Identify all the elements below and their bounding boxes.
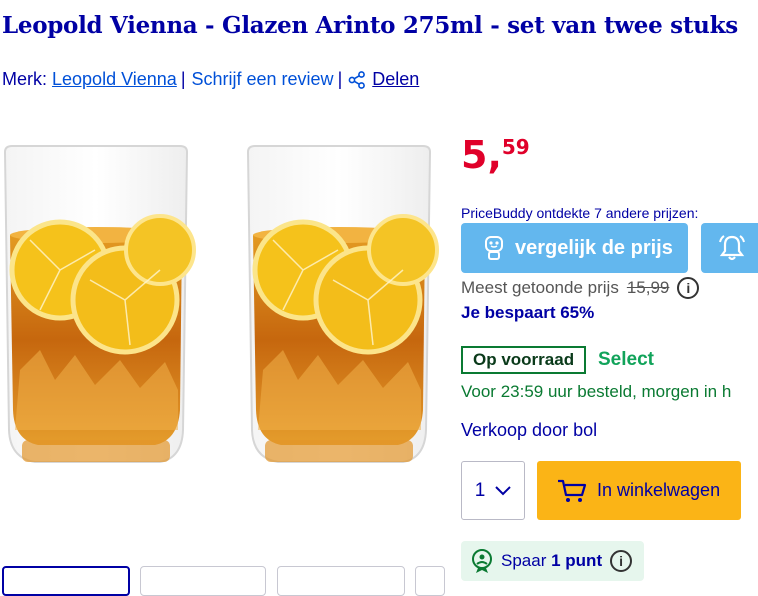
brand-prefix: Merk: — [2, 69, 47, 89]
pricebuddy-icon — [485, 236, 503, 260]
meta-separator: | — [180, 69, 186, 89]
select-label: Select — [598, 349, 654, 370]
price: 5,59 — [461, 133, 530, 177]
write-review-link[interactable]: Schrijf een review — [192, 69, 334, 90]
share-button[interactable]: Delen — [348, 69, 419, 90]
info-icon[interactable]: i — [610, 550, 633, 572]
price-alert-button[interactable] — [701, 223, 758, 273]
quantity-value: 1 — [474, 479, 486, 501]
product-title: Leopold Vienna - Glazen Arinto 275ml - s… — [2, 12, 738, 39]
chevron-down-icon — [495, 485, 511, 495]
add-to-cart-label: In winkelwagen — [597, 480, 721, 500]
glass-left — [3, 145, 196, 463]
points-icon — [472, 549, 492, 573]
meta-separator: | — [337, 69, 343, 89]
most-shown-price: Meest getoonde prijs 15,99 i — [461, 277, 700, 299]
seller-text: Verkoop door bol — [461, 420, 598, 440]
glass-right — [246, 145, 439, 463]
delivery-text: Voor 23:59 uur besteld, morgen in h — [461, 382, 732, 401]
thumbnail-4[interactable] — [415, 566, 445, 596]
product-meta: Merk: Leopold Vienna | Schrijf een revie… — [2, 69, 419, 90]
points-prefix: Spaar — [501, 551, 547, 570]
stock-badge: Op voorraad — [461, 346, 587, 374]
price-cents: 59 — [501, 135, 530, 159]
compare-price-button[interactable]: vergelijk de prijs — [461, 223, 688, 273]
old-price: 15,99 — [626, 278, 670, 297]
points-badge: Spaar 1 punt i — [461, 541, 644, 581]
info-icon[interactable]: i — [677, 277, 700, 299]
product-image[interactable] — [0, 140, 440, 485]
thumbnail-3[interactable] — [277, 566, 405, 596]
savings-text: Je bespaart 65% — [461, 303, 595, 322]
brand-link[interactable]: Leopold Vienna — [52, 69, 177, 90]
add-to-cart-button[interactable]: In winkelwagen — [537, 461, 741, 520]
points-value: 1 punt — [551, 551, 603, 570]
thumbnail-1[interactable] — [2, 566, 130, 596]
cart-icon — [558, 479, 587, 502]
pricebuddy-text: PriceBuddy ontdekte 7 andere prijzen: — [461, 205, 699, 221]
bell-icon — [719, 235, 745, 261]
price-euros: 5, — [461, 133, 502, 177]
compare-price-label: vergelijk de prijs — [515, 236, 673, 259]
quantity-select[interactable]: 1 — [461, 461, 525, 520]
share-label: Delen — [372, 69, 420, 89]
share-icon — [348, 70, 366, 89]
most-shown-price-label: Meest getoonde prijs — [461, 278, 619, 297]
thumbnail-2[interactable] — [140, 566, 266, 596]
